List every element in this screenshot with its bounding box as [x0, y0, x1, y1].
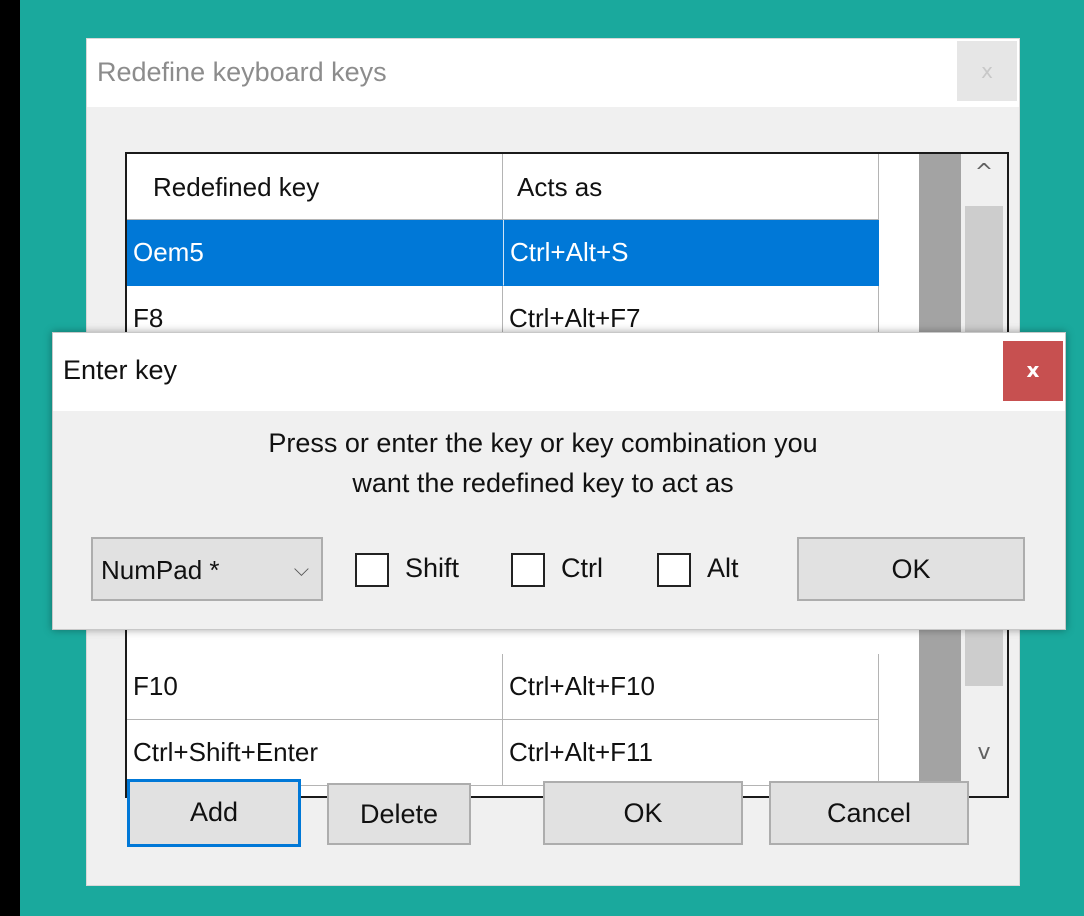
key-dropdown[interactable]: NumPad * ⌵ — [91, 537, 323, 601]
table-row[interactable]: F10 Ctrl+Alt+F10 — [127, 654, 879, 720]
cell-acts-as: Ctrl+Alt+F11 — [503, 720, 879, 786]
close-icon[interactable]: x — [957, 41, 1017, 101]
table-row[interactable]: Ctrl+Shift+Enter Ctrl+Alt+F11 — [127, 720, 879, 786]
alt-checkbox-label[interactable]: Alt — [707, 553, 739, 584]
cell-acts-as: Ctrl+Alt+F10 — [503, 654, 879, 720]
ctrl-checkbox-label[interactable]: Ctrl — [561, 553, 603, 584]
cell-redefined-key: Oem5 — [127, 220, 503, 286]
table-header: Redefined key Acts as — [127, 154, 879, 220]
cancel-button[interactable]: Cancel — [769, 781, 969, 845]
delete-button[interactable]: Delete — [327, 783, 471, 845]
instruction-text: Press or enter the key or key combinatio… — [183, 423, 903, 503]
ok-button[interactable]: OK — [797, 537, 1025, 601]
cell-redefined-key: Ctrl+Shift+Enter — [127, 720, 503, 786]
ctrl-checkbox[interactable] — [511, 553, 545, 587]
cell-redefined-key: F10 — [127, 654, 503, 720]
cell-acts-as: Ctrl+Alt+S — [503, 220, 879, 286]
table-row[interactable]: Oem5 Ctrl+Alt+S — [127, 220, 879, 286]
close-icon[interactable]: x — [1003, 341, 1063, 401]
dialog-title: Redefine keyboard keys — [97, 57, 387, 87]
shift-checkbox[interactable] — [355, 553, 389, 587]
dialog-titlebar: Enter key x — [53, 333, 1065, 411]
instruction-line: Press or enter the key or key combinatio… — [268, 428, 818, 458]
shift-checkbox-label[interactable]: Shift — [405, 553, 459, 584]
chevron-down-icon[interactable]: ⌵ — [294, 557, 309, 581]
alt-checkbox[interactable] — [657, 553, 691, 587]
scroll-up-icon[interactable]: ^ — [961, 160, 1007, 210]
dialog-title: Enter key — [63, 355, 178, 385]
column-header-acts-as[interactable]: Acts as — [503, 154, 879, 220]
add-button[interactable]: Add — [127, 779, 301, 847]
dialog-titlebar: Redefine keyboard keys x — [87, 39, 1019, 107]
ok-button[interactable]: OK — [543, 781, 743, 845]
instruction-line: want the redefined key to act as — [352, 468, 734, 498]
key-dropdown-value: NumPad * — [101, 555, 220, 585]
enter-key-dialog: Enter key x Press or enter the key or ke… — [52, 332, 1066, 630]
column-header-redefined-key[interactable]: Redefined key — [127, 154, 503, 220]
